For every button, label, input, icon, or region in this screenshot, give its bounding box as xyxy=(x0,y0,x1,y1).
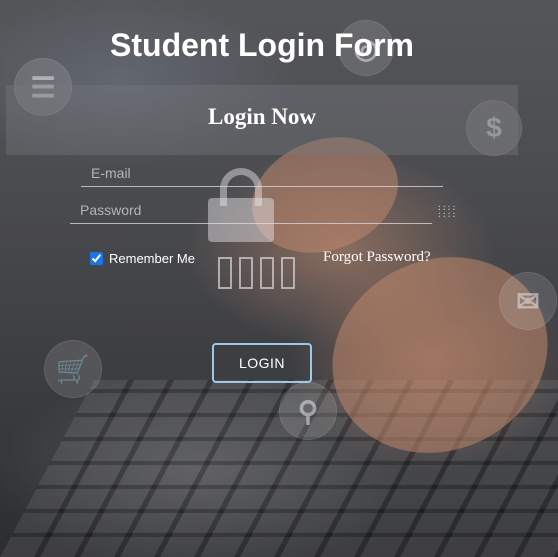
remember-me-label: Remember Me xyxy=(109,250,195,266)
cart-icon: 🛒 xyxy=(44,340,102,398)
eye-icon[interactable]: :::::::: xyxy=(437,204,461,219)
envelope-icon: ✉ xyxy=(499,272,557,330)
captcha-char xyxy=(281,257,295,289)
captcha-char xyxy=(239,257,253,289)
login-button[interactable]: LOGIN xyxy=(212,343,312,383)
page-title: Student Login Form xyxy=(110,27,414,63)
login-heading: Login Now xyxy=(208,104,316,129)
search-icon: ⚲ xyxy=(279,382,337,440)
password-field[interactable] xyxy=(70,197,432,224)
remember-me-checkbox[interactable] xyxy=(90,251,103,265)
captcha-char xyxy=(260,257,274,289)
captcha-char xyxy=(218,257,232,289)
remember-me[interactable]: Remember Me xyxy=(90,249,195,267)
captcha-placeholder xyxy=(218,257,295,289)
email-field[interactable] xyxy=(81,160,443,187)
forgot-password-link[interactable]: Forgot Password? xyxy=(323,249,431,266)
